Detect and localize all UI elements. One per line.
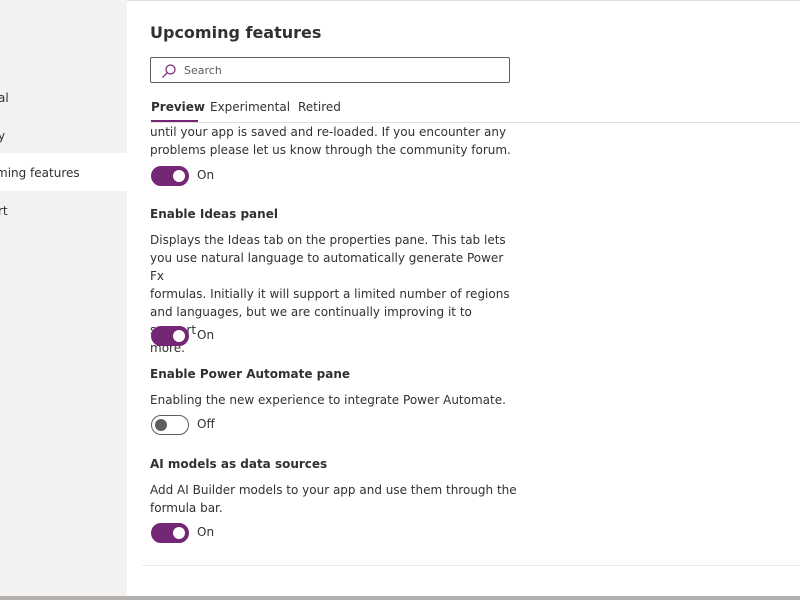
sidebar-item-display[interactable]: y [0, 117, 127, 155]
toggle-state-label: On [197, 525, 215, 539]
toggle-knob [173, 527, 185, 539]
partial-feature-toggle[interactable] [151, 166, 189, 186]
toggle-knob [173, 170, 185, 182]
features-list[interactable]: until your app is saved and re-loaded. I… [150, 123, 800, 565]
toggle-knob [173, 330, 185, 342]
toggle-state-label: On [197, 168, 215, 182]
search-box[interactable] [150, 57, 510, 83]
ai-models-toggle[interactable] [151, 523, 189, 543]
sidebar-item-label: y [0, 129, 6, 143]
sidebar-item-upcoming-features[interactable]: ming features [0, 153, 127, 191]
feature-title-ai-models: AI models as data sources [150, 457, 328, 471]
tab-preview[interactable]: Preview [151, 100, 205, 114]
feature-description-ai-models: Add AI Builder models to your app and us… [150, 483, 517, 515]
tab-retired[interactable]: Retired [298, 100, 341, 114]
footer-divider [142, 565, 800, 566]
window-bottom-edge [0, 596, 800, 600]
sidebar-item-general[interactable]: al [0, 79, 127, 117]
feature-title-ideas: Enable Ideas panel [150, 207, 278, 221]
sidebar-item-label: ming features [0, 166, 80, 180]
sidebar-item-support[interactable]: rt [0, 192, 127, 230]
toggle-knob [155, 419, 167, 431]
power-automate-toggle[interactable] [151, 415, 189, 435]
feature-description: until your app is saved and re-loaded. I… [150, 125, 511, 157]
page-title: Upcoming features [150, 23, 322, 42]
toggle-state-label: On [197, 328, 215, 342]
settings-sidebar: ngs al y ming features rt [0, 0, 127, 596]
search-icon [162, 64, 176, 78]
top-divider [127, 0, 800, 1]
toggle-state-label: Off [197, 417, 215, 431]
feature-description-power-automate: Enabling the new experience to integrate… [150, 393, 506, 407]
feature-title-power-automate: Enable Power Automate pane [150, 367, 351, 381]
sidebar-item-label: rt [0, 204, 8, 218]
settings-window: ngs al y ming features rt Upcoming featu… [0, 0, 800, 600]
sidebar-item-label: al [0, 91, 9, 105]
ideas-panel-toggle[interactable] [151, 326, 189, 346]
search-input[interactable] [184, 58, 504, 82]
tab-experimental[interactable]: Experimental [210, 100, 290, 114]
